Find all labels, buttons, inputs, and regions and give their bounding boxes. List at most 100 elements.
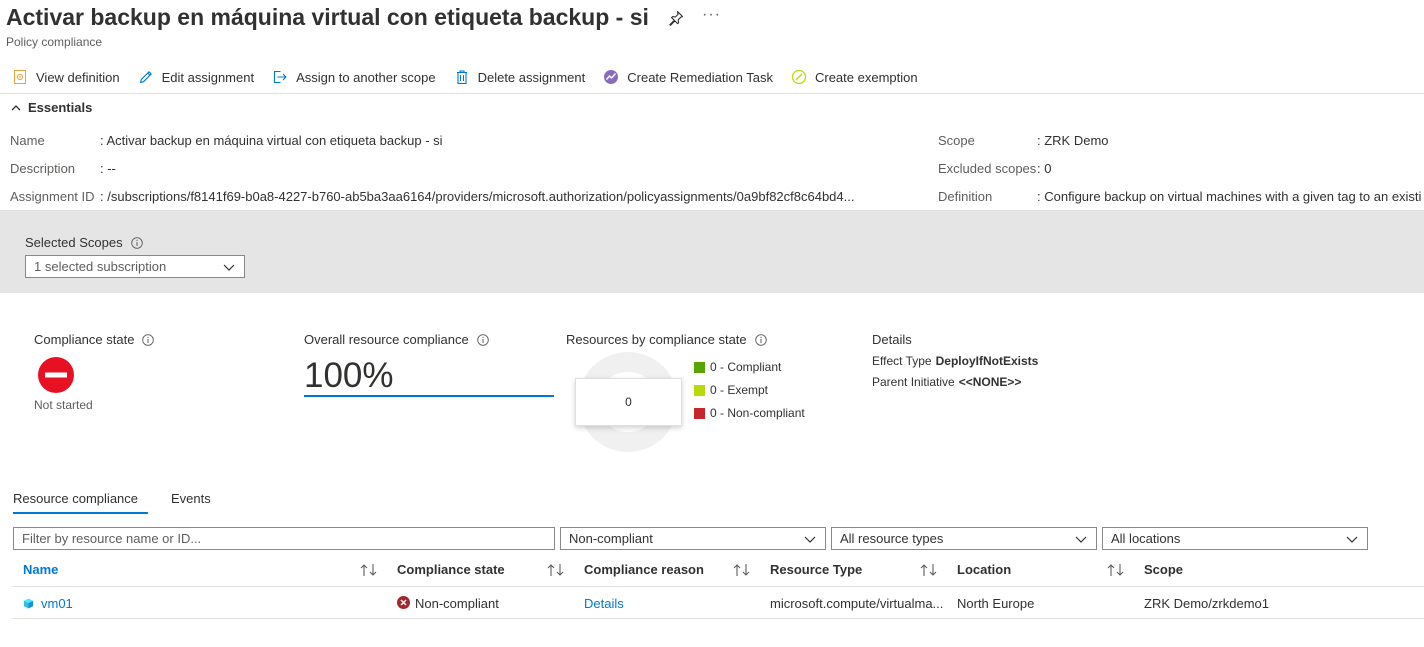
compliance-filter-value: Non-compliant	[569, 531, 653, 546]
sort-icon[interactable]	[547, 563, 565, 577]
description-value: : --	[100, 161, 116, 176]
sort-icon[interactable]	[360, 563, 378, 577]
legend-compliant[interactable]: 0 - Compliant	[694, 360, 781, 374]
selected-scopes-label: Selected Scopes	[25, 235, 143, 250]
create-exemption-label: Create exemption	[814, 69, 918, 85]
assign-arrow-icon	[274, 70, 287, 84]
effect-type-label: Effect Type	[872, 354, 932, 368]
trash-icon	[456, 70, 467, 85]
header-divider	[13, 586, 1424, 587]
donut-total: 0	[625, 395, 632, 409]
sort-icon[interactable]	[1107, 563, 1125, 577]
description-label: Description	[10, 161, 76, 176]
scope-cell: ZRK Demo/zrkdemo1	[1144, 596, 1269, 611]
tab-resource-compliance[interactable]: Resource compliance	[13, 491, 138, 506]
legend-compliant-label: 0 - Compliant	[710, 360, 782, 374]
row-divider	[13, 618, 1424, 619]
compliance-state-text: Compliance state	[34, 332, 135, 347]
legend-swatch-compliant	[694, 361, 705, 373]
create-exemption-button[interactable]: Create exemption	[779, 64, 924, 90]
chevron-down-icon	[804, 536, 816, 543]
info-icon[interactable]	[754, 333, 767, 346]
pencil-icon	[139, 71, 152, 84]
sort-icon[interactable]	[733, 563, 751, 577]
selected-scopes-value: 1 selected subscription	[34, 259, 167, 274]
compliance-state-cell: Non-compliant	[415, 596, 499, 611]
edit-assignment-button[interactable]: Edit assignment	[126, 64, 261, 90]
compliance-reason-details-link[interactable]: Details	[584, 596, 624, 611]
legend-exempt-label: 0 - Exempt	[710, 383, 769, 397]
page-title: Activar backup en máquina virtual con et…	[6, 4, 649, 30]
effect-type-value: DeployIfNotExists	[935, 354, 1039, 368]
pin-icon[interactable]	[668, 10, 684, 26]
info-icon[interactable]	[130, 236, 143, 249]
info-icon[interactable]	[142, 333, 155, 346]
command-bar: View definition Edit assignment Assign t…	[0, 64, 924, 90]
chevron-up-icon	[11, 104, 21, 110]
info-icon[interactable]	[476, 333, 489, 346]
compliance-filter-dropdown[interactable]: Non-compliant	[560, 527, 826, 550]
location-filter-value: All locations	[1111, 531, 1181, 546]
assign-scope-button[interactable]: Assign to another scope	[260, 64, 441, 90]
column-header-compliance-reason[interactable]: Compliance reason	[584, 562, 704, 577]
legend-swatch-exempt	[694, 384, 705, 396]
assignment-id-label: Assignment ID	[10, 189, 95, 204]
view-definition-button[interactable]: View definition	[0, 64, 126, 90]
name-label: Name	[10, 133, 45, 148]
excluded-scopes-value[interactable]: : 0	[1037, 161, 1424, 176]
resources-by-state-text: Resources by compliance state	[566, 332, 747, 347]
remediation-icon	[604, 70, 619, 84]
donut-tooltip: 0	[575, 378, 682, 426]
definition-icon	[14, 70, 26, 84]
scope-filter-band	[0, 211, 1424, 293]
resource-name-link[interactable]: vm01	[41, 596, 73, 611]
resource-type-filter-value: All resource types	[840, 531, 944, 546]
excluded-scopes-label: Excluded scopes	[938, 161, 1037, 176]
exemption-icon	[791, 69, 807, 85]
column-header-location[interactable]: Location	[957, 562, 1011, 577]
column-header-name[interactable]: Name	[23, 562, 58, 577]
essentials-toggle[interactable]: Essentials	[10, 100, 92, 115]
column-header-resource-type[interactable]: Resource Type	[770, 562, 862, 577]
page-subtitle: Policy compliance	[6, 35, 103, 49]
not-started-icon	[38, 357, 74, 393]
overall-compliance-label: Overall resource compliance	[304, 332, 489, 347]
compliance-state-label: Compliance state	[34, 332, 155, 347]
toolbar-divider	[0, 93, 1424, 94]
effect-type-row: Effect Type DeployIfNotExists	[872, 354, 1038, 368]
compliance-state-value: Not started	[34, 398, 93, 412]
parent-initiative-value: <<NONE>>	[958, 375, 1022, 389]
selected-scopes-text: Selected Scopes	[25, 235, 123, 250]
resource-type-filter-dropdown[interactable]: All resource types	[831, 527, 1097, 550]
overall-compliance-text: Overall resource compliance	[304, 332, 469, 347]
assignment-id-value: : /subscriptions/f8141f69-b0a8-4227-b760…	[100, 189, 855, 204]
definition-value[interactable]: : Configure backup on virtual machines w…	[1037, 189, 1424, 204]
legend-non-compliant-label: 0 - Non-compliant	[710, 406, 805, 420]
parent-initiative-label: Parent Initiative	[872, 375, 955, 389]
delete-assignment-label: Delete assignment	[477, 69, 586, 85]
create-remediation-task-button[interactable]: Create Remediation Task	[591, 64, 779, 90]
location-filter-dropdown[interactable]: All locations	[1102, 527, 1368, 550]
legend-swatch-non-compliant	[694, 407, 705, 419]
scope-value[interactable]: : ZRK Demo	[1037, 133, 1424, 148]
resource-type-cell: microsoft.compute/virtualma...	[770, 596, 944, 611]
sort-icon[interactable]	[920, 563, 938, 577]
active-tab-indicator	[13, 512, 148, 514]
overall-compliance-underline	[304, 395, 554, 397]
name-value: : Activar backup en máquina virtual con …	[100, 133, 443, 148]
delete-assignment-button[interactable]: Delete assignment	[442, 64, 592, 90]
chevron-down-icon	[223, 264, 235, 271]
legend-non-compliant[interactable]: 0 - Non-compliant	[694, 406, 805, 420]
tab-events[interactable]: Events	[171, 491, 211, 506]
chevron-down-icon	[1075, 536, 1087, 543]
legend-exempt[interactable]: 0 - Exempt	[694, 383, 768, 397]
resource-search-input[interactable]	[13, 527, 555, 550]
more-options-icon[interactable]: ···	[702, 6, 721, 24]
details-title: Details	[872, 332, 912, 347]
location-cell: North Europe	[957, 596, 1035, 611]
column-header-compliance-state[interactable]: Compliance state	[397, 562, 505, 577]
selected-scopes-dropdown[interactable]: 1 selected subscription	[25, 255, 245, 278]
column-header-scope[interactable]: Scope	[1144, 562, 1183, 577]
virtual-machine-icon	[23, 598, 34, 609]
overall-compliance-value: 100%	[304, 356, 394, 395]
